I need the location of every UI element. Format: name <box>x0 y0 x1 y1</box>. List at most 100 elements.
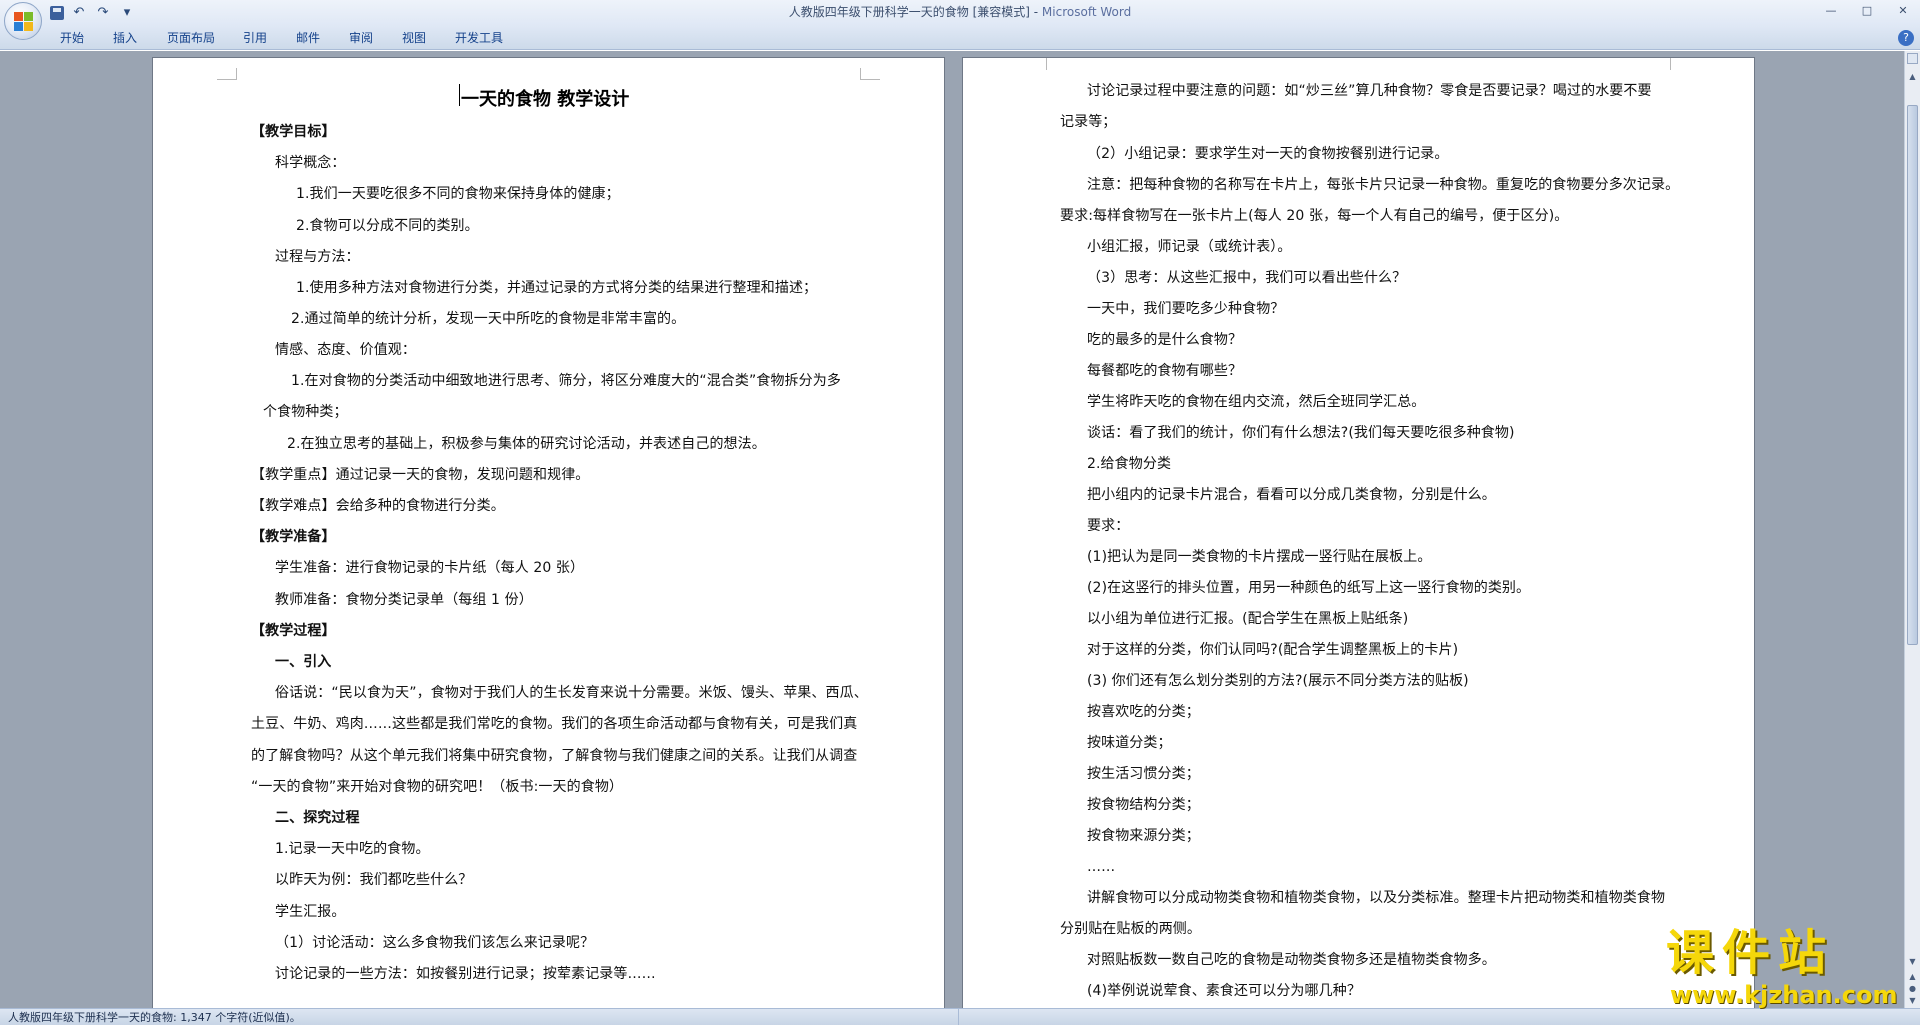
paragraph: 学生准备：进行食物记录的卡片纸（每人 20 张） <box>275 560 585 576</box>
paragraph: 按生活习惯分类； <box>1087 766 1200 782</box>
crop-mark <box>217 68 237 80</box>
paragraph: 【教学重点】通过记录一天的食物，发现问题和规律。 <box>251 467 590 483</box>
paragraph: 要求:每样食物写在一张卡片上(每人 20 张，每一个人有自己的编号，便于区分)。 <box>1060 208 1569 224</box>
paragraph: 注意：把每种食物的名称写在卡片上，每张卡片只记录一种食物。重复吃的食物要分多次记… <box>1087 177 1680 193</box>
office-logo-icon <box>14 12 34 32</box>
tab-insert[interactable]: 插入 <box>113 26 137 50</box>
vertical-scrollbar[interactable]: ▲ ▼ ▲ ● ▼ <box>1904 51 1920 1008</box>
paragraph: 学生汇报。 <box>275 904 346 920</box>
paragraph: 按食物结构分类； <box>1087 797 1200 813</box>
tab-review[interactable]: 审阅 <box>349 26 373 50</box>
paragraph: 【教学难点】会给多种的食物进行分类。 <box>251 498 505 514</box>
paragraph: （2）小组记录：要求学生对一天的食物按餐别进行记录。 <box>1087 146 1449 162</box>
crop-mark <box>1027 58 1047 70</box>
crop-mark <box>860 68 880 80</box>
paragraph: 的了解食物吗？从这个单元我们将集中研究食物，了解食物与我们健康之间的关系。让我们… <box>251 748 858 764</box>
paragraph: 个食物种类； <box>263 404 348 420</box>
section-heading: 一、引入 <box>275 654 332 670</box>
paragraph: 讨论记录过程中要注意的问题：如“炒三丝”算几种食物？零食是否要记录？喝过的水要不… <box>1087 83 1652 99</box>
app-name: Microsoft Word <box>1041 5 1132 19</box>
paragraph: …… <box>1087 859 1116 875</box>
paragraph: 一天中，我们要吃多少种食物？ <box>1087 301 1285 317</box>
ribbon-tabs: 开始 插入 页面布局 引用 邮件 审阅 视图 开发工具 ? <box>0 26 1920 50</box>
tab-home[interactable]: 开始 <box>60 26 84 50</box>
paragraph: 小组汇报，师记录（或统计表）。 <box>1087 239 1292 255</box>
close-button[interactable]: ✕ <box>1892 2 1914 20</box>
paragraph: 分别贴在贴板的两侧。 <box>1060 921 1201 937</box>
window-controls: — □ ✕ <box>1820 2 1914 20</box>
document-heading: 一天的食物 教学设计 <box>461 89 630 110</box>
title-bar: ↶ ↷ ▾ 人教版四年级下册科学一天的食物 [兼容模式] - Microsoft… <box>0 0 1920 26</box>
paragraph: （1）讨论活动：这么多食物我们该怎么来记录呢？ <box>275 935 595 951</box>
maximize-button[interactable]: □ <box>1856 2 1878 20</box>
paragraph: 2.在独立思考的基础上，积极参与集体的研究讨论活动，并表述自己的想法。 <box>287 436 766 452</box>
paragraph: (2)在这竖行的排头位置，用另一种颜色的纸写上这一竖行食物的类别。 <box>1087 580 1531 596</box>
tab-view[interactable]: 视图 <box>402 26 426 50</box>
paragraph: 2.给食物分类 <box>1087 456 1172 472</box>
paragraph: 按食物来源分类； <box>1087 828 1200 844</box>
paragraph: 以昨天为例：我们都吃些什么？ <box>275 872 473 888</box>
minimize-button[interactable]: — <box>1820 2 1842 20</box>
paragraph: 过程与方法： <box>275 249 360 265</box>
paragraph: 2.通过简单的统计分析，发现一天中所吃的食物是非常丰富的。 <box>291 311 686 327</box>
status-bar: 人教版四年级下册科学一天的食物: 1,347 个字符(近似值)。 <box>0 1008 1920 1025</box>
paragraph: 对于这样的分类，你们认同吗?(配合学生调整黑板上的卡片) <box>1087 642 1459 658</box>
page-2[interactable]: 讨论记录过程中要注意的问题：如“炒三丝”算几种食物？零食是否要记录？喝过的水要不… <box>962 57 1755 1008</box>
paragraph: 每餐都吃的食物有哪些？ <box>1087 363 1243 379</box>
office-button[interactable] <box>4 2 42 40</box>
page-1[interactable]: 一天的食物 教学设计 【教学目标】 科学概念： 1.我们一天要吃很多不同的食物来… <box>152 57 945 1008</box>
paragraph: 对照贴板数一数自己吃的食物是动物类食物多还是植物类食物多。 <box>1087 952 1496 968</box>
section-heading: 【教学过程】 <box>251 623 336 639</box>
help-icon[interactable]: ? <box>1898 30 1914 46</box>
watermark-logo-text: 课件站 <box>1666 925 1835 981</box>
next-page-icon[interactable]: ▼ <box>1907 995 1918 1007</box>
paragraph: 土豆、牛奶、鸡肉……这些都是我们常吃的食物。我们的各项生命活动都与食物有关，可是… <box>251 716 858 732</box>
document-title-text: 人教版四年级下册科学一天的食物 [兼容模式] - <box>788 5 1042 19</box>
tab-developer[interactable]: 开发工具 <box>455 26 503 50</box>
scroll-down-arrow-icon[interactable]: ▼ <box>1907 956 1918 968</box>
paragraph: 1.使用多种方法对食物进行分类，并通过记录的方式将分类的结果进行整理和描述； <box>296 280 818 296</box>
view-ruler-button[interactable] <box>1907 53 1918 64</box>
paragraph: 按味道分类； <box>1087 735 1172 751</box>
paragraph: (4)举例说说荤食、素食还可以分为哪几种？ <box>1087 983 1361 999</box>
section-heading: 【教学准备】 <box>251 529 336 545</box>
crop-mark <box>1670 58 1690 70</box>
window-title: 人教版四年级下册科学一天的食物 [兼容模式] - Microsoft Word <box>0 0 1920 24</box>
paragraph: 要求： <box>1087 518 1130 534</box>
scroll-up-arrow-icon[interactable]: ▲ <box>1907 71 1918 83</box>
paragraph: 学生将昨天吃的食物在组内交流，然后全班同学汇总。 <box>1087 394 1426 410</box>
paragraph: 1.记录一天中吃的食物。 <box>275 841 430 857</box>
tab-references[interactable]: 引用 <box>243 26 267 50</box>
paragraph: 俗话说：“民以食为天”，食物对于我们人的生长发育来说十分需要。米饭、馒头、苹果、… <box>275 685 868 701</box>
paragraph: 讲解食物可以分成动物类食物和植物类食物，以及分类标准。整理卡片把动物类和植物类食… <box>1087 890 1666 906</box>
section-heading: 【教学目标】 <box>251 124 336 140</box>
paragraph: 吃的最多的是什么食物？ <box>1087 332 1243 348</box>
paragraph: 1.在对食物的分类活动中细致地进行思考、筛分，将区分难度大的“混合类”食物拆分为… <box>291 373 841 389</box>
previous-page-icon[interactable]: ▲ <box>1907 971 1918 983</box>
paragraph: 2.食物可以分成不同的类别。 <box>296 218 479 234</box>
word-count-status[interactable]: 人教版四年级下册科学一天的食物: 1,347 个字符(近似值)。 <box>8 1009 301 1025</box>
section-heading: 二、探究过程 <box>275 810 360 826</box>
paragraph: 讨论记录的一些方法：如按餐别进行记录；按荤素记录等…… <box>275 966 656 982</box>
paragraph: 按喜欢吃的分类； <box>1087 704 1200 720</box>
document-area: 一天的食物 教学设计 【教学目标】 科学概念： 1.我们一天要吃很多不同的食物来… <box>0 51 1904 1008</box>
paragraph: (1)把认为是同一类食物的卡片摆成一竖行贴在展板上。 <box>1087 549 1432 565</box>
watermark-url: www.kjzhan.com <box>1670 981 1898 1009</box>
paragraph: （3）思考：从这些汇报中，我们可以看出些什么？ <box>1087 270 1407 286</box>
watermark: 课件站 www.kjzhan.com <box>1666 925 1906 1009</box>
paragraph: 教师准备：食物分类记录单（每组 1 份） <box>275 592 533 608</box>
paragraph: 谈话：看了我们的统计，你们有什么想法?(我们每天要吃很多种食物) <box>1087 425 1515 441</box>
tab-mailings[interactable]: 邮件 <box>296 26 320 50</box>
tab-page-layout[interactable]: 页面布局 <box>167 26 215 50</box>
status-separator <box>958 1009 959 1025</box>
scroll-thumb[interactable] <box>1907 105 1918 645</box>
paragraph: 以小组为单位进行汇报。(配合学生在黑板上贴纸条) <box>1087 611 1409 627</box>
paragraph: (3) 你们还有怎么划分类别的方法?(展示不同分类方法的贴板) <box>1087 673 1469 689</box>
select-browse-object-icon[interactable]: ● <box>1907 983 1918 995</box>
text-cursor <box>459 84 460 106</box>
paragraph: 情感、态度、价值观： <box>275 342 416 358</box>
paragraph: 科学概念： <box>275 155 346 171</box>
paragraph: “一天的食物”来开始对食物的研究吧！（板书:一天的食物） <box>251 779 624 795</box>
paragraph: 把小组内的记录卡片混合，看看可以分成几类食物，分别是什么。 <box>1087 487 1496 503</box>
paragraph: 1.我们一天要吃很多不同的食物来保持身体的健康； <box>296 186 620 202</box>
